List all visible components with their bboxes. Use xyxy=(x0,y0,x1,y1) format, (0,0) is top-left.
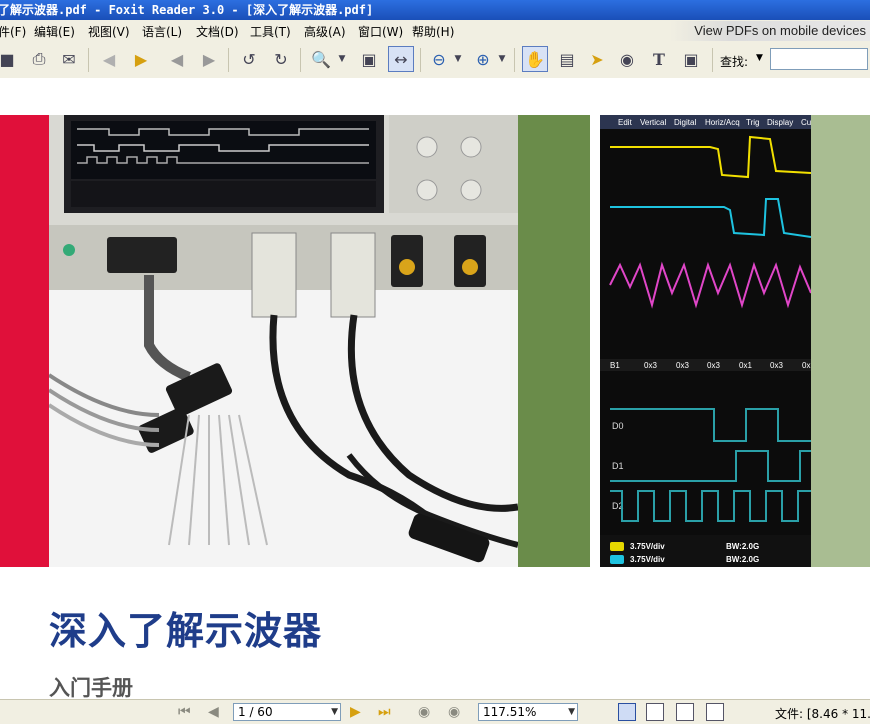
zoom-out-dropdown[interactable]: ▼ xyxy=(452,46,464,72)
document-subtitle: 入门手册 xyxy=(49,676,133,699)
cover-red-band xyxy=(0,115,49,567)
scope-readout-1: 3.75V/div xyxy=(630,542,665,551)
search-input[interactable] xyxy=(770,48,868,70)
zoom-in-tool-icon[interactable]: 🔍 xyxy=(308,46,334,72)
back-status-icon[interactable]: ◉ xyxy=(418,704,430,720)
cover-scope-screen: Edit Vertical Digital Horiz/Acq Trig Dis… xyxy=(600,115,811,567)
scope-channel-d0: D0 xyxy=(612,421,624,431)
print-icon[interactable]: ⎙ xyxy=(26,46,52,72)
window-title: 了解示波器.pdf - Foxit Reader 3.0 - [深入了解示波器.… xyxy=(0,3,374,17)
menu-view[interactable]: 视图(V) xyxy=(88,23,130,40)
hand-tool-icon[interactable]: ✋ xyxy=(522,46,548,72)
first-page-icon[interactable]: ⏮ xyxy=(178,704,191,720)
scope-bus-value-5: 0x3 xyxy=(770,361,783,370)
rotate-left-icon[interactable]: ↺ xyxy=(236,46,262,72)
scope-menu-cursor: Cu xyxy=(801,118,811,127)
zoom-dropdown-icon[interactable]: ▼ xyxy=(568,704,575,720)
cover-green-band xyxy=(518,115,590,567)
scope-menu-edit: Edit xyxy=(618,118,633,127)
scope-bw-2: BW:2.0G xyxy=(726,555,759,564)
scope-bw-1: BW:2.0G xyxy=(726,542,759,551)
toolbar: ■ ⎙ ✉ ◀ ▶ ◀︎ ▶︎ ↺ ↻ 🔍 ▼ ▣ ↔ ⊖ ▼ ⊕ ▼ ✋ ▤ … xyxy=(0,42,870,79)
scope-menu-horiz-acq: Horiz/Acq xyxy=(705,118,740,127)
search-options-dropdown[interactable]: ▼ xyxy=(756,53,763,63)
menu-help[interactable]: 帮助(H) xyxy=(412,23,454,40)
document-title: 深入了解示波器 xyxy=(49,609,323,653)
scope-bus-value-2: 0x3 xyxy=(676,361,689,370)
last-page-icon[interactable]: ⏭ xyxy=(378,704,391,720)
email-icon[interactable]: ✉ xyxy=(56,46,82,72)
menu-edit[interactable]: 编辑(E) xyxy=(34,23,75,40)
forward-status-icon[interactable]: ◉ xyxy=(448,704,460,720)
fit-width-icon[interactable]: ↔ xyxy=(388,46,414,72)
menu-document[interactable]: 文档(D) xyxy=(196,23,239,40)
scope-bus-value-4: 0x1 xyxy=(739,361,752,370)
facing-view-icon[interactable] xyxy=(676,703,694,721)
zoom-in-dropdown[interactable]: ▼ xyxy=(496,46,508,72)
next-page-status-icon[interactable]: ▶ xyxy=(350,704,361,720)
scope-bus-value-6: 0x xyxy=(802,361,810,370)
probes-illustration xyxy=(49,115,518,563)
fit-page-icon[interactable]: ▣ xyxy=(356,46,382,72)
cover-light-green-band xyxy=(811,115,870,567)
menu-window[interactable]: 窗口(W) xyxy=(358,23,403,40)
zoom-tool-dropdown[interactable]: ▼ xyxy=(336,46,348,72)
window-title-bar: 了解示波器.pdf - Foxit Reader 3.0 - [深入了解示波器.… xyxy=(0,0,870,20)
scope-bus-value-1: 0x3 xyxy=(644,361,657,370)
scope-menu-digital: Digital xyxy=(674,118,696,127)
zoom-out-icon[interactable]: ⊖ xyxy=(426,46,452,72)
single-page-view-icon[interactable] xyxy=(618,703,636,721)
continuous-facing-view-icon[interactable] xyxy=(706,703,724,721)
continuous-view-icon[interactable] xyxy=(646,703,664,721)
document-view[interactable]: Edit Vertical Digital Horiz/Acq Trig Dis… xyxy=(0,78,870,699)
next-page-icon[interactable]: ▶ xyxy=(128,46,154,72)
save-icon[interactable]: ■ xyxy=(0,46,20,72)
scope-menu-display: Display xyxy=(767,118,793,127)
back-icon[interactable]: ◀︎ xyxy=(164,46,190,72)
rotate-right-icon[interactable]: ↻ xyxy=(268,46,294,72)
pointer-icon[interactable]: ➤ xyxy=(584,46,610,72)
scope-menu-trig: Trig xyxy=(746,118,759,127)
snapshot-icon[interactable]: ▣ xyxy=(678,46,704,72)
page-dropdown-icon[interactable]: ▼ xyxy=(331,704,338,720)
page-number: 1 / 60 xyxy=(238,705,273,719)
scope-bus-label: B1 xyxy=(610,361,620,370)
typewriter-icon[interactable]: T xyxy=(646,46,672,72)
zoom-level-input[interactable]: 117.51% ▼ xyxy=(478,703,578,721)
zoom-level: 117.51% xyxy=(483,705,537,719)
prev-page-status-icon[interactable]: ◀ xyxy=(208,704,219,720)
cover-photo-oscilloscope-probes xyxy=(49,115,518,567)
menu-tools[interactable]: 工具(T) xyxy=(250,23,291,40)
search-label: 查找: xyxy=(720,55,749,69)
scope-bus-value-3: 0x3 xyxy=(707,361,720,370)
find-icon[interactable]: ◉ xyxy=(614,46,640,72)
scope-readout-2: 3.75V/div xyxy=(630,555,665,564)
menu-language[interactable]: 语言(L) xyxy=(142,23,182,40)
menu-advanced[interactable]: 高级(A) xyxy=(304,23,346,40)
scope-waveforms: Edit Vertical Digital Horiz/Acq Trig Dis… xyxy=(600,115,811,567)
status-bar: ⏮ ◀ 1 / 60 ▼ ▶ ⏭ ◉ ◉ 117.51% ▼ 文件: [8.46… xyxy=(0,699,870,724)
scope-channel-d1: D1 xyxy=(612,461,624,471)
forward-icon[interactable]: ▶︎ xyxy=(196,46,222,72)
prev-page-icon[interactable]: ◀ xyxy=(96,46,122,72)
mobile-promo-banner[interactable]: View PDFs on mobile devices xyxy=(670,21,870,41)
zoom-in-icon[interactable]: ⊕ xyxy=(470,46,496,72)
file-size-info: 文件: [8.46 * 11.0 xyxy=(775,707,870,721)
select-text-icon[interactable]: ▤ xyxy=(554,46,580,72)
scope-menu-vertical: Vertical xyxy=(640,118,666,127)
menu-file[interactable]: 件(F) xyxy=(0,23,26,40)
page-number-input[interactable]: 1 / 60 ▼ xyxy=(233,703,341,721)
